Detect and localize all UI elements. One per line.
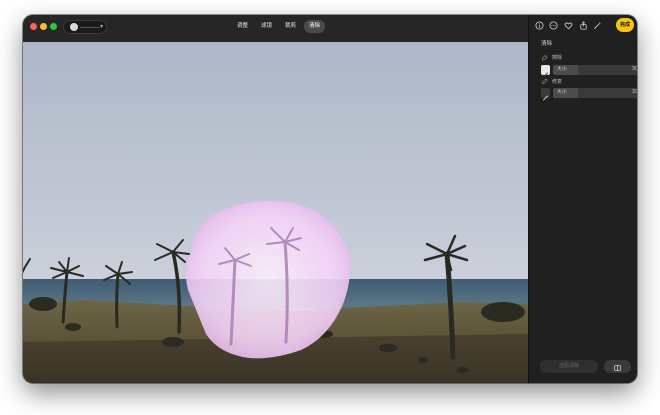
- zoom-slider[interactable]: ▾: [63, 20, 107, 34]
- repair-size-value: 30: [631, 90, 637, 95]
- tab-crop[interactable]: 裁剪: [280, 20, 301, 33]
- brush-icon: [542, 95, 549, 101]
- close-window-button[interactable]: [30, 23, 37, 30]
- sidebar-toolbar: [535, 21, 615, 33]
- repair-tool-header: 修复: [541, 78, 562, 85]
- share-icon[interactable]: [579, 21, 588, 30]
- erase-brush-button[interactable]: [541, 65, 550, 78]
- erase-tool-label: 擦除: [552, 55, 563, 61]
- repair-tool-label: 修复: [552, 79, 563, 85]
- compare-button[interactable]: [604, 360, 631, 373]
- chevron-down-icon[interactable]: ▾: [100, 21, 103, 33]
- zoom-slider-knob[interactable]: [70, 23, 78, 31]
- erase-size-value: 30: [631, 67, 637, 72]
- compare-icon: [614, 365, 621, 371]
- clean-up-sidebar: 完成 清除 擦除 大小 30 修复 大小 30 还原清除: [528, 15, 637, 383]
- done-button[interactable]: 完成: [616, 18, 634, 32]
- erase-tool-header: 擦除: [541, 54, 562, 61]
- minimize-window-button[interactable]: [40, 23, 47, 30]
- section-title: 清除: [541, 41, 553, 47]
- info-icon[interactable]: [535, 21, 544, 30]
- favorite-heart-icon[interactable]: [564, 21, 573, 30]
- tab-clean-up[interactable]: 清除: [304, 20, 326, 33]
- repair-brush-button[interactable]: [541, 88, 550, 101]
- erase-tool-row: 大小 30: [541, 65, 637, 78]
- zoom-slider-track: [80, 27, 100, 28]
- reset-clean-up-button[interactable]: 还原清除: [540, 360, 598, 373]
- eraser-icon: [542, 54, 548, 61]
- erase-size-label: 大小: [557, 67, 567, 72]
- more-icon[interactable]: [549, 21, 558, 30]
- maximize-window-button[interactable]: [50, 23, 57, 30]
- bandage-icon: [541, 79, 548, 84]
- repair-tool-row: 大小 30: [541, 88, 637, 101]
- erase-size-slider[interactable]: 大小 30: [553, 65, 637, 75]
- tab-filters[interactable]: 滤镜: [256, 20, 277, 33]
- magic-wand-icon[interactable]: [593, 21, 602, 30]
- photos-edit-window: ▾ 调整 滤镜 裁剪 清除 完成 清除 擦除 大小 30 修复 大小 30 还原…: [23, 15, 637, 383]
- repair-size-slider[interactable]: 大小 30: [553, 88, 637, 98]
- titlebar: ▾ 调整 滤镜 裁剪 清除: [23, 15, 528, 42]
- repair-size-label: 大小: [557, 90, 567, 95]
- photo-canvas[interactable]: [23, 42, 528, 383]
- photo-image: [23, 42, 528, 383]
- edit-mode-tabs: 调整 滤镜 裁剪 清除: [232, 20, 326, 33]
- tab-adjust[interactable]: 调整: [232, 20, 253, 33]
